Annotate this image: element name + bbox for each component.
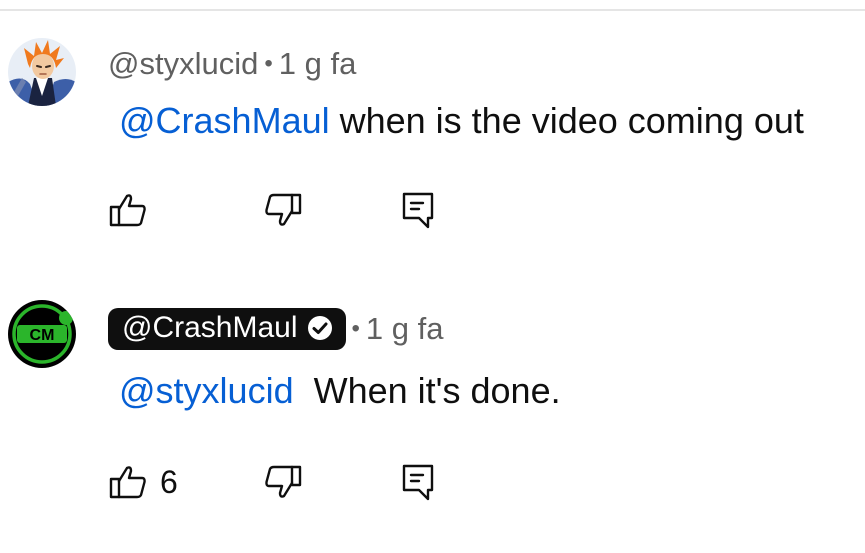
like-count: 6 [160, 463, 178, 500]
reply-comment-icon [402, 464, 434, 501]
comment-meta: @CrashMaul • 1 g fa [108, 308, 443, 350]
comment-actions [108, 190, 508, 230]
mention-link[interactable]: @styxlucid [119, 370, 294, 411]
avatar[interactable]: CM [8, 300, 76, 368]
comment-text: @styxlucid When it's done. [119, 370, 561, 412]
reply-button[interactable] [398, 190, 438, 230]
like-button[interactable]: 6 [108, 462, 178, 502]
comment-time[interactable]: 1 g fa [279, 46, 357, 82]
comment-actions: 6 [108, 462, 508, 502]
comment-item: @styxlucid • 1 g fa @CrashMaul when is t… [0, 38, 865, 248]
thumbs-up-icon [109, 194, 146, 227]
reply-comment-icon [402, 192, 434, 229]
comment-time[interactable]: 1 g fa [366, 311, 444, 347]
divider [0, 9, 865, 11]
meta-separator: • [351, 315, 360, 342]
comment-body: When it's done. [293, 370, 561, 411]
dislike-button[interactable] [263, 462, 303, 502]
comment-body: when is the video coming out [329, 100, 804, 141]
dislike-button[interactable] [263, 190, 303, 230]
comment-meta: @styxlucid • 1 g fa [108, 46, 356, 82]
avatar[interactable] [8, 38, 76, 106]
thumbs-up-icon [109, 466, 146, 499]
comment-text: @CrashMaul when is the video coming out [119, 100, 804, 142]
thumbs-down-icon [265, 465, 302, 498]
comment-item: CM @CrashMaul • 1 g fa @styxlucid When i… [0, 300, 865, 520]
mention-link[interactable]: @CrashMaul [119, 100, 330, 141]
author-name: @CrashMaul [122, 311, 298, 344]
svg-text:CM: CM [30, 327, 55, 344]
anime-character-avatar-icon [8, 38, 76, 106]
verified-check-icon [306, 314, 334, 342]
creator-badge[interactable]: @CrashMaul [108, 308, 346, 350]
author-name[interactable]: @styxlucid [108, 46, 258, 82]
reply-button[interactable] [398, 462, 438, 502]
cm-logo-avatar-icon: CM [8, 300, 76, 368]
like-button[interactable] [108, 190, 160, 230]
meta-separator: • [264, 50, 273, 77]
comment-thread: @styxlucid • 1 g fa @CrashMaul when is t… [0, 0, 865, 553]
thumbs-down-icon [265, 193, 302, 226]
